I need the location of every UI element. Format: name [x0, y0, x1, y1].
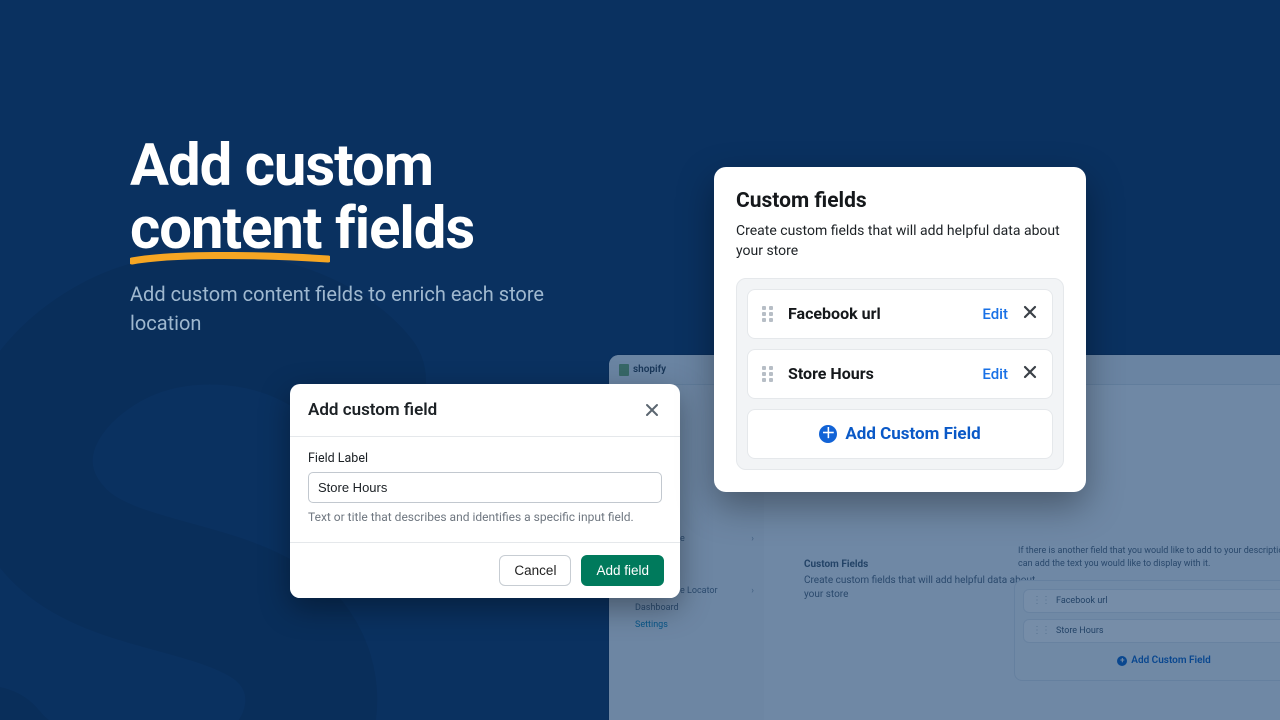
- add-custom-field-modal: Add custom field Field Label Text or tit…: [290, 384, 680, 598]
- hero-headline: Add custom content fields: [130, 135, 474, 260]
- add-custom-field-label: Add Custom Field: [845, 424, 980, 444]
- modal-title: Add custom field: [308, 400, 437, 420]
- cancel-button[interactable]: Cancel: [499, 555, 571, 586]
- edit-link[interactable]: Edit: [982, 365, 1008, 383]
- card-field-list: Facebook url Edit Store Hours Edit ＋ Add…: [736, 278, 1064, 470]
- scribble-underline-icon: [130, 252, 330, 266]
- field-row-name: Facebook url: [788, 304, 982, 323]
- card-description: Create custom fields that will add helpf…: [736, 221, 1064, 262]
- drag-handle-icon[interactable]: [762, 366, 776, 382]
- custom-fields-card: Custom fields Create custom fields that …: [714, 167, 1086, 492]
- remove-icon[interactable]: [1022, 364, 1038, 384]
- hero-subhead: Add custom content fields to enrich each…: [130, 280, 570, 338]
- field-label-input[interactable]: [308, 472, 662, 503]
- drag-handle-icon[interactable]: [762, 306, 776, 322]
- headline-line1: Add custom: [130, 132, 433, 200]
- edit-link[interactable]: Edit: [982, 305, 1008, 323]
- field-help-text: Text or title that describes and identif…: [308, 510, 662, 524]
- remove-icon[interactable]: [1022, 304, 1038, 324]
- field-row-name: Store Hours: [788, 364, 982, 383]
- close-icon[interactable]: [642, 400, 662, 420]
- add-field-button[interactable]: Add field: [581, 555, 664, 586]
- card-title: Custom fields: [736, 189, 1064, 213]
- plus-circle-icon: ＋: [819, 425, 837, 443]
- add-custom-field-button[interactable]: ＋ Add Custom Field: [747, 409, 1053, 459]
- field-row: Store Hours Edit: [747, 349, 1053, 399]
- field-row: Facebook url Edit: [747, 289, 1053, 339]
- field-label-caption: Field Label: [308, 451, 662, 466]
- headline-line2-rest: fields: [322, 195, 475, 263]
